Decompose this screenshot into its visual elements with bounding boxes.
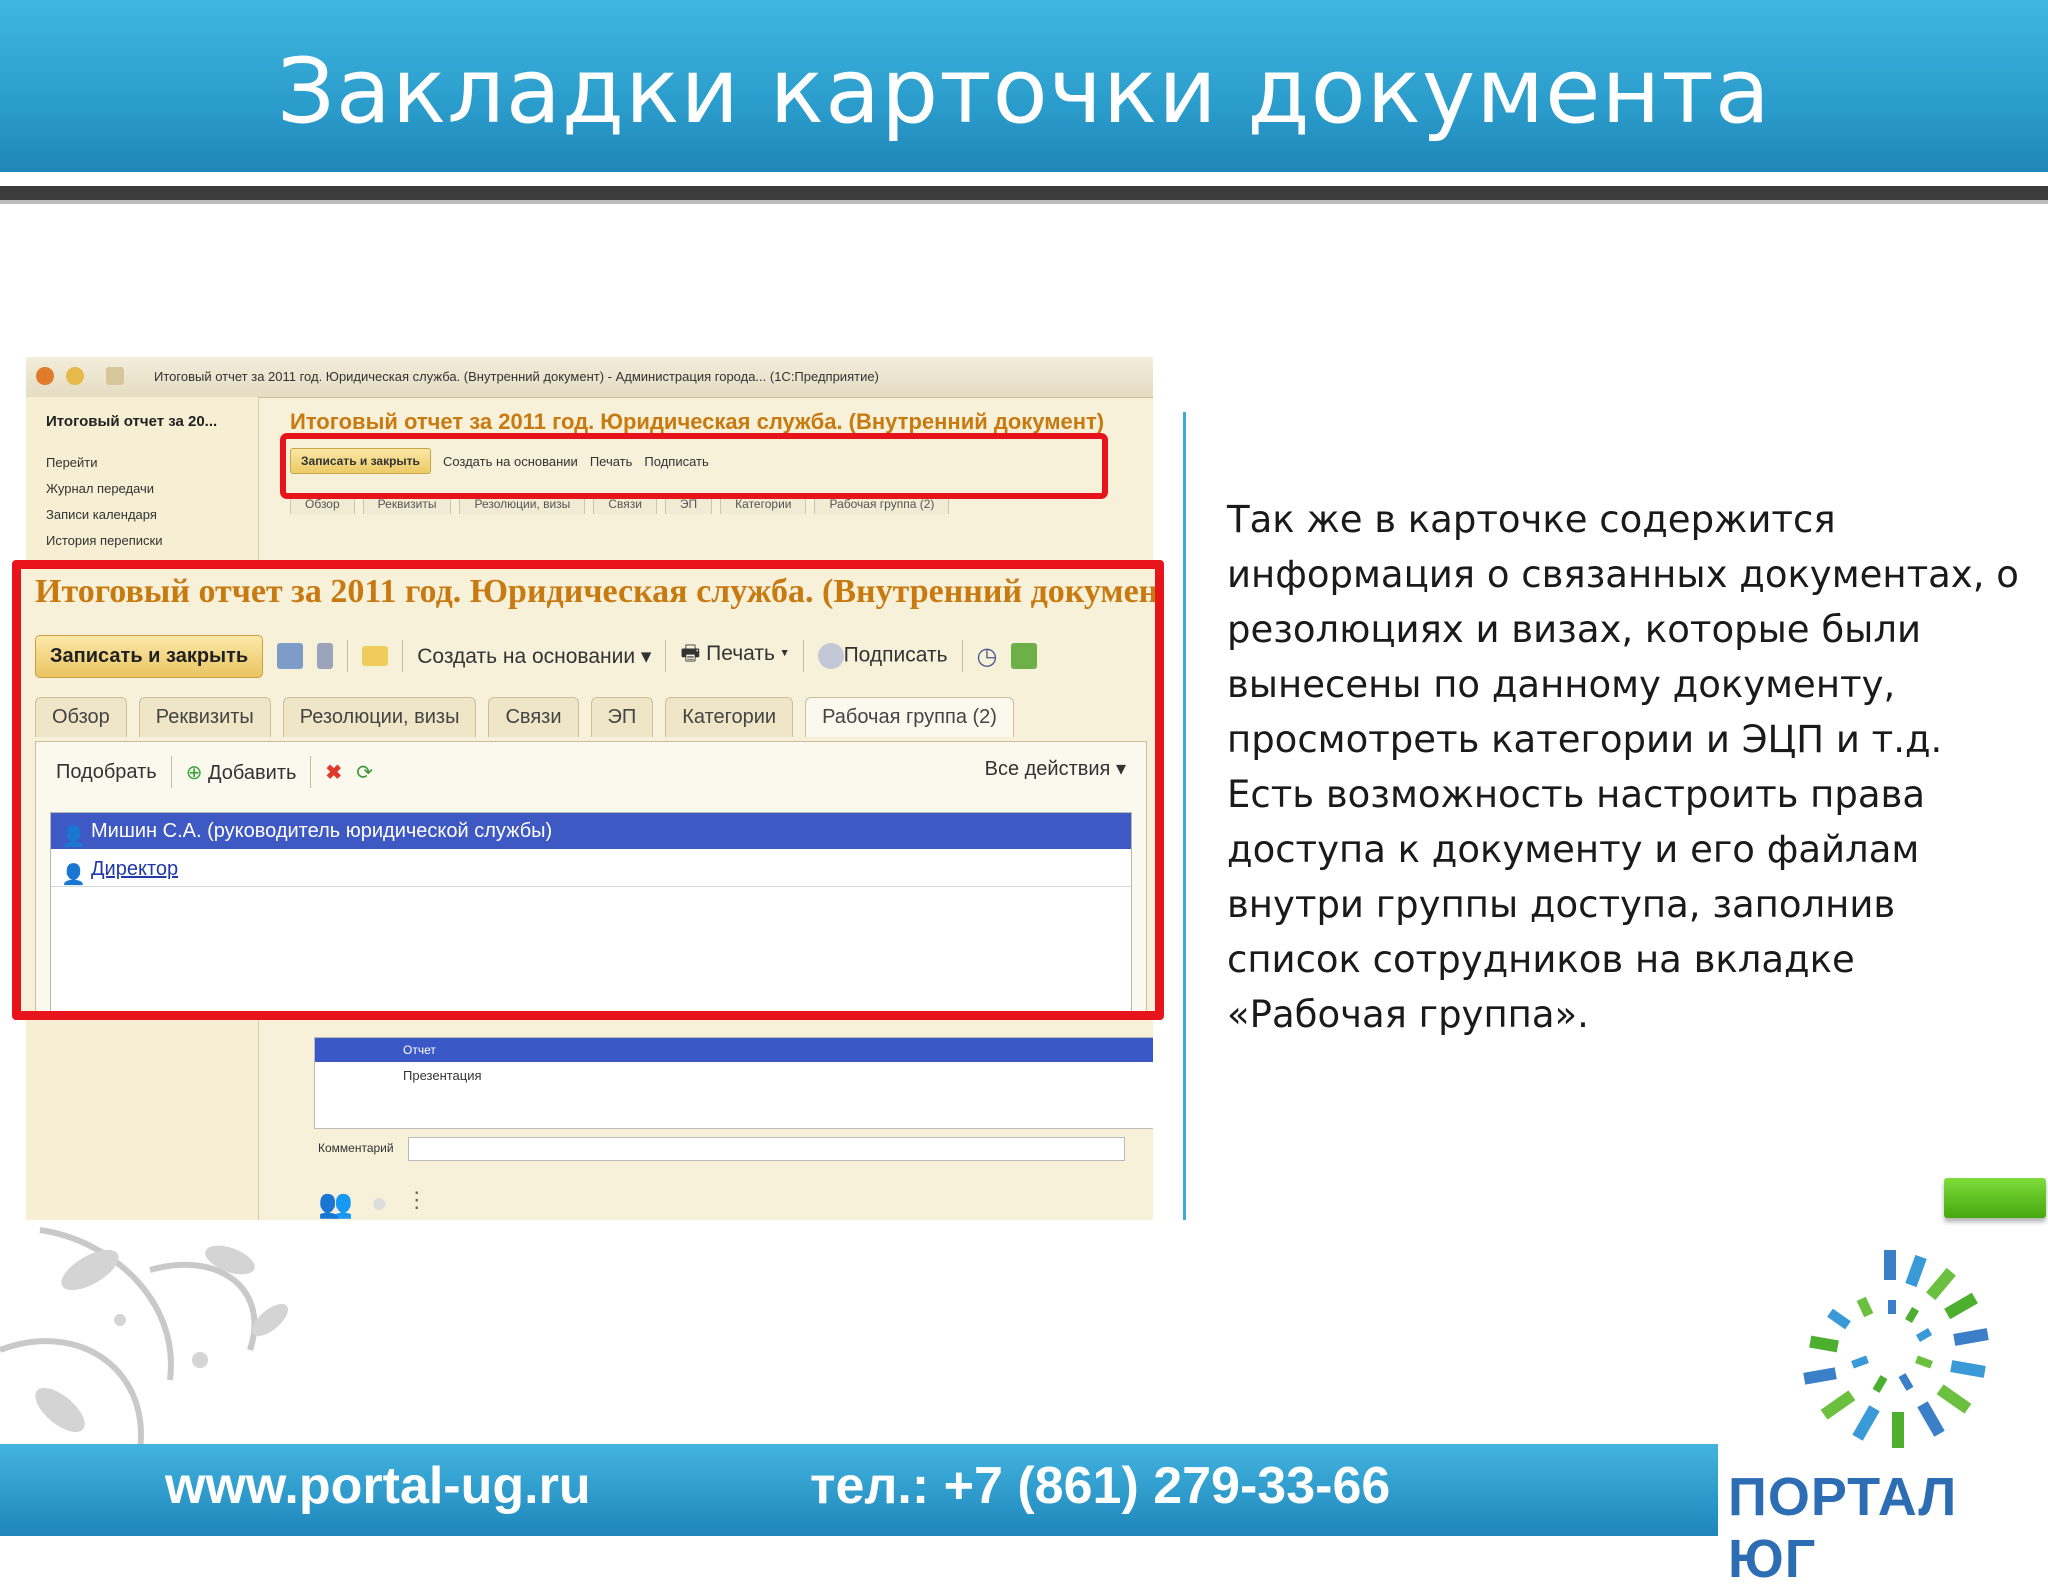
toolbar-separator (402, 640, 404, 672)
file-row-selected[interactable]: Отчет (315, 1038, 1153, 1062)
tab-categories[interactable]: Категории (665, 697, 794, 737)
list-item[interactable]: 👤 Мишин С.А. (руководитель юридической с… (51, 813, 1131, 849)
delete-icon[interactable]: ✖ (325, 760, 342, 785)
footer-phone: тел.: +7 (861) 279-33-66 (810, 1457, 1391, 1515)
comment-label: Комментарий (318, 1141, 394, 1155)
clock-icon[interactable]: ◷ (977, 642, 998, 671)
user-icon: 👤 (61, 864, 86, 886)
settings-icon[interactable]: ⋮ (406, 1187, 428, 1220)
workgroup-list: 👤 Мишин С.А. (руководитель юридической с… (50, 812, 1132, 1011)
nav-item-calendar[interactable]: Записи календаря (46, 507, 157, 522)
slide-footer: www.portal-ug.ru тел.: +7 (861) 279-33-6… (0, 1444, 1718, 1536)
forward-icon[interactable] (66, 367, 84, 385)
nav-heading: Итоговый отчет за 20... (46, 413, 218, 430)
add-button[interactable]: ⊕ Добавить (186, 760, 297, 785)
bottom-icons: 👥 ● ⋮ (318, 1187, 428, 1220)
card-toolbar: Записать и закрыть Создать на основании … (35, 631, 1038, 681)
toolbar-separator (961, 640, 963, 672)
window-title: Итоговый отчет за 2011 год. Юридическая … (154, 369, 879, 384)
file-row[interactable]: Презентация (315, 1064, 1153, 1088)
nav-item-correspondence[interactable]: История переписки (46, 533, 163, 548)
favorite-icon[interactable] (106, 367, 124, 385)
window-titlebar: Итоговый отчет за 2011 год. Юридическая … (26, 357, 1153, 398)
tab-overview[interactable]: Обзор (35, 697, 127, 737)
zoomed-card: Итоговый отчет за 2011 год. Юридическая … (12, 560, 1164, 1020)
toolbar-separator (310, 756, 312, 788)
toolbar-separator (802, 640, 804, 672)
document-title: Итоговый отчет за 2011 год. Юридическая … (290, 409, 1105, 434)
toolbar-separator (170, 756, 172, 788)
pick-button[interactable]: Подобрать (56, 761, 157, 784)
workgroup-panel: Подобрать ⊕ Добавить ✖ ⟳ Все действия ▾ … (35, 741, 1147, 1011)
save-icon[interactable] (277, 643, 304, 669)
list-icon[interactable] (317, 643, 334, 669)
nav-item-transfer-log[interactable]: Журнал передачи (46, 481, 154, 496)
users-icon[interactable]: 👥 (318, 1187, 353, 1220)
print-label: Печать (706, 641, 775, 665)
tab-resolutions[interactable]: Резолюции, визы (282, 697, 477, 737)
logo-text: ПОРТАЛ ЮГ (1728, 1467, 1958, 1589)
comment-input[interactable] (408, 1137, 1125, 1161)
slide-title: Закладки карточки документа (277, 39, 1771, 144)
save-close-button[interactable]: Записать и закрыть (35, 634, 264, 678)
add-icon: ⊕ (185, 761, 203, 784)
tab-signature[interactable]: ЭП (590, 697, 654, 737)
create-based-label: Создать на основании (417, 644, 636, 668)
files-list: Отчет Презентация (314, 1037, 1153, 1129)
header-divider (0, 186, 2048, 200)
green-tab-marker (1944, 1178, 2046, 1218)
refresh-icon[interactable]: ⟳ (356, 760, 373, 785)
sign-button[interactable]: Подписать (817, 643, 948, 669)
tab-links[interactable]: Связи (488, 697, 579, 737)
header-divider-shadow (0, 200, 2048, 204)
tab-details[interactable]: Реквизиты (138, 697, 271, 737)
sign-icon (817, 643, 844, 669)
add-label: Добавить (208, 761, 297, 784)
card-tabs: Обзор Реквизиты Резолюции, визы Связи ЭП… (35, 697, 1014, 737)
print-button[interactable]: 🖶 Печать ▾ (680, 639, 788, 674)
card-title: Итоговый отчет за 2011 год. Юридическая … (35, 573, 1164, 610)
list-item-label: Директор (91, 858, 179, 880)
add-document-icon[interactable] (1011, 643, 1038, 669)
all-actions-label: Все действия (984, 758, 1111, 780)
list-item[interactable]: 👤 Директор (51, 851, 1131, 887)
user-icon: 👤 (61, 826, 86, 848)
toolbar-separator (665, 640, 667, 672)
back-icon[interactable] (36, 367, 54, 385)
nav-item-goto[interactable]: Перейти (46, 455, 98, 470)
portal-logo-icon (1803, 1250, 1989, 1448)
sign-label: Подписать (843, 643, 948, 667)
toolbar-highlight-frame (280, 433, 1108, 499)
list-item-label: Мишин С.А. (руководитель юридической слу… (91, 820, 553, 842)
create-based-button[interactable]: Создать на основании ▾ (417, 644, 651, 669)
tab-workgroup[interactable]: Рабочая группа (2) (805, 697, 1014, 737)
slide-header: Закладки карточки документа (0, 0, 2048, 172)
mail-icon[interactable] (362, 646, 389, 666)
footer-website-link[interactable]: www.portal-ug.ru (165, 1456, 591, 1516)
workgroup-toolbar: Подобрать ⊕ Добавить ✖ ⟳ (56, 756, 373, 788)
circle-icon[interactable]: ● (371, 1187, 388, 1220)
toolbar-separator (347, 640, 349, 672)
slide-description: Так же в карточке содержится информация … (1227, 498, 2019, 1036)
all-actions-menu[interactable]: Все действия ▾ (985, 756, 1126, 781)
vertical-divider (1183, 412, 1186, 1220)
